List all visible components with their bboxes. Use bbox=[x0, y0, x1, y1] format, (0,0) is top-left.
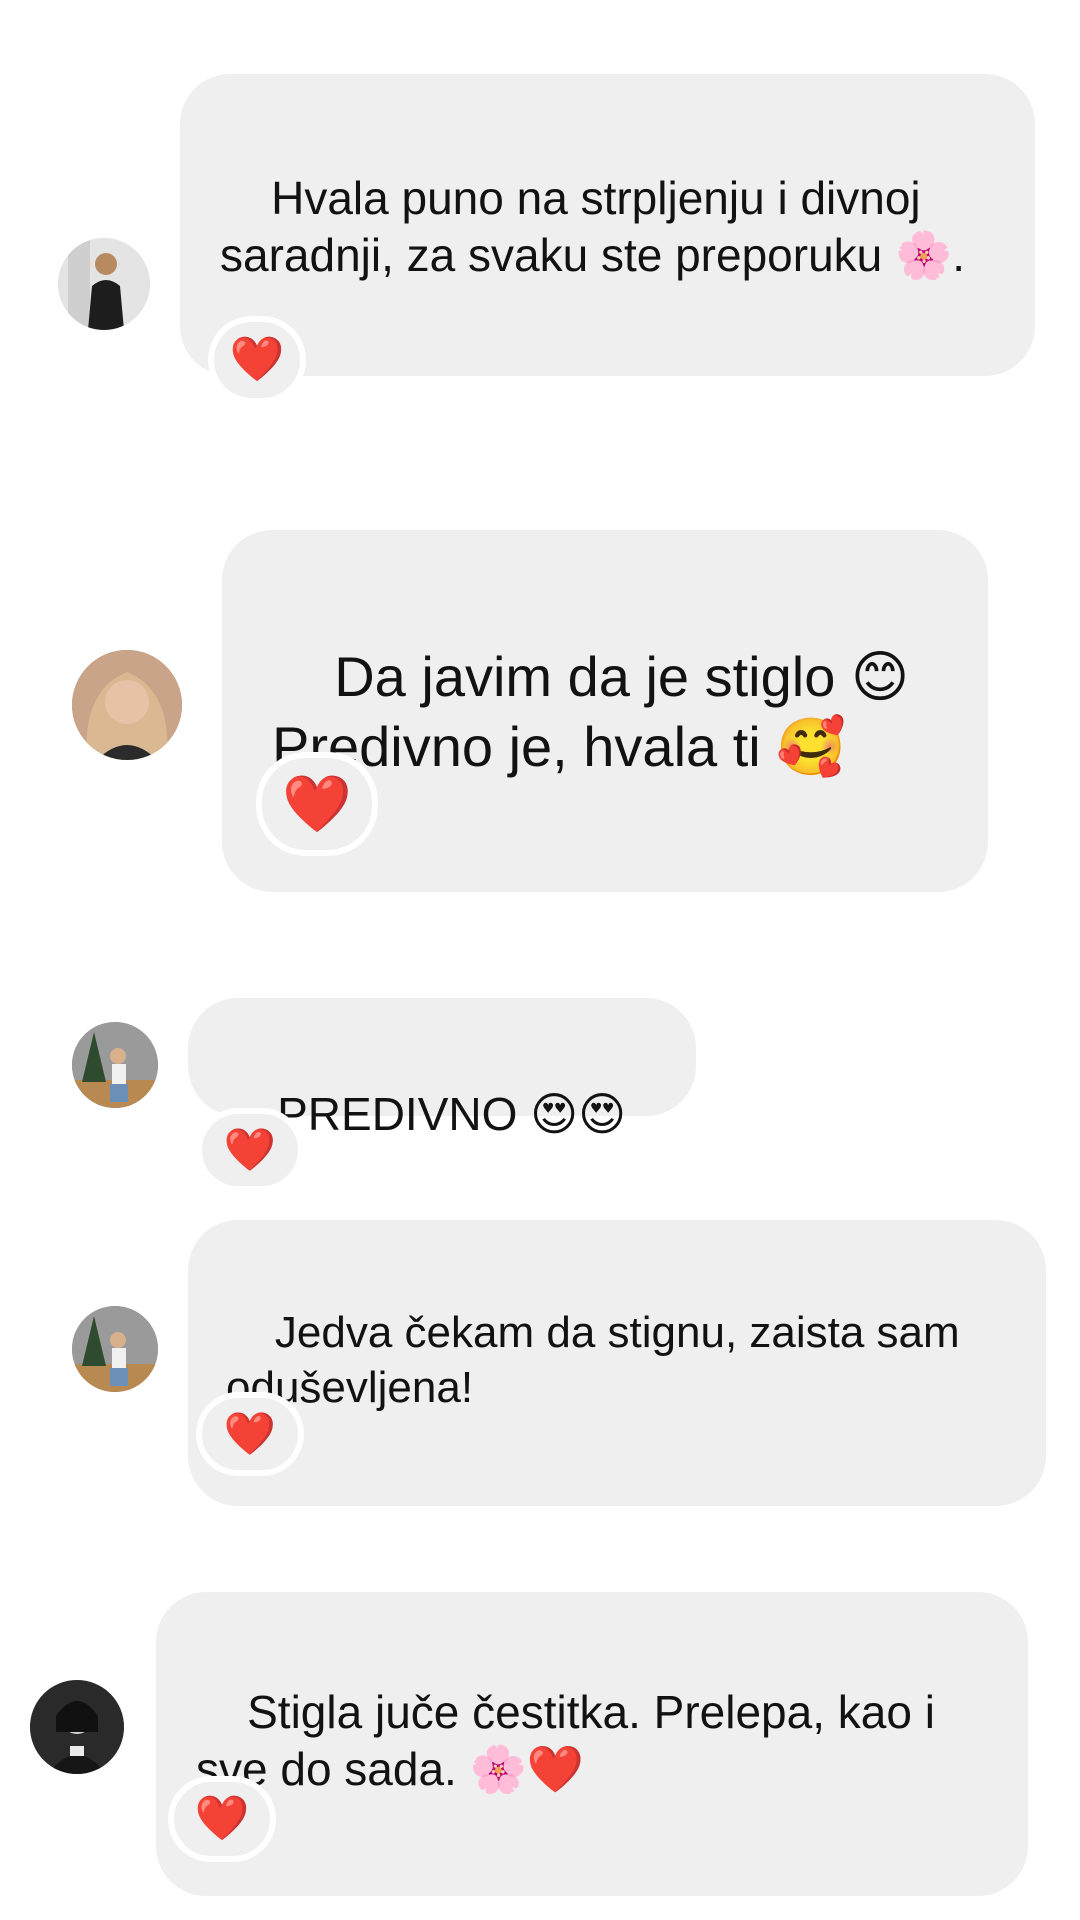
reaction-badge[interactable]: ❤️ bbox=[208, 316, 306, 404]
heart-reaction-icon: ❤️ bbox=[223, 1410, 277, 1457]
user-avatar-icon bbox=[58, 238, 150, 330]
user-avatar-icon bbox=[30, 1680, 124, 1774]
reaction-badge[interactable]: ❤️ bbox=[196, 1392, 304, 1476]
message-text: Stigla juče čestitka. Prelepa, kao i sve… bbox=[196, 1685, 948, 1796]
message-text: Hvala puno na strpljenju i divnoj saradn… bbox=[220, 171, 966, 282]
reaction-badge[interactable]: ❤️ bbox=[196, 1108, 304, 1192]
user-avatar-icon bbox=[72, 1306, 158, 1392]
message-bubble[interactable]: Jedva čekam da stignu, zaista sam odušev… bbox=[188, 1220, 1046, 1506]
message-bubble[interactable]: Stigla juče čestitka. Prelepa, kao i sve… bbox=[156, 1592, 1028, 1896]
heart-reaction-icon: ❤️ bbox=[229, 335, 285, 384]
avatar[interactable] bbox=[58, 238, 150, 330]
heart-reaction-icon: ❤️ bbox=[223, 1126, 277, 1173]
message-text: Da javim da je stiglo 😊 Predivno je, hva… bbox=[272, 645, 910, 778]
user-avatar-icon bbox=[72, 1022, 158, 1108]
avatar[interactable] bbox=[72, 1306, 158, 1392]
heart-reaction-icon: ❤️ bbox=[194, 1794, 250, 1843]
reaction-badge[interactable]: ❤️ bbox=[256, 752, 378, 856]
avatar[interactable] bbox=[72, 1022, 158, 1108]
message-bubble[interactable]: PREDIVNO 😍😍😍 bbox=[188, 998, 696, 1197]
message-bubble[interactable]: Hvala puno na strpljenju i divnoj saradn… bbox=[180, 74, 1035, 376]
avatar[interactable] bbox=[72, 650, 182, 760]
avatar[interactable] bbox=[30, 1680, 124, 1774]
reaction-badge[interactable]: ❤️ bbox=[168, 1776, 276, 1862]
heart-reaction-icon: ❤️ bbox=[282, 772, 352, 835]
message-text: Jedva čekam da stignu, zaista sam odušev… bbox=[226, 1308, 972, 1412]
user-avatar-icon bbox=[72, 650, 182, 760]
